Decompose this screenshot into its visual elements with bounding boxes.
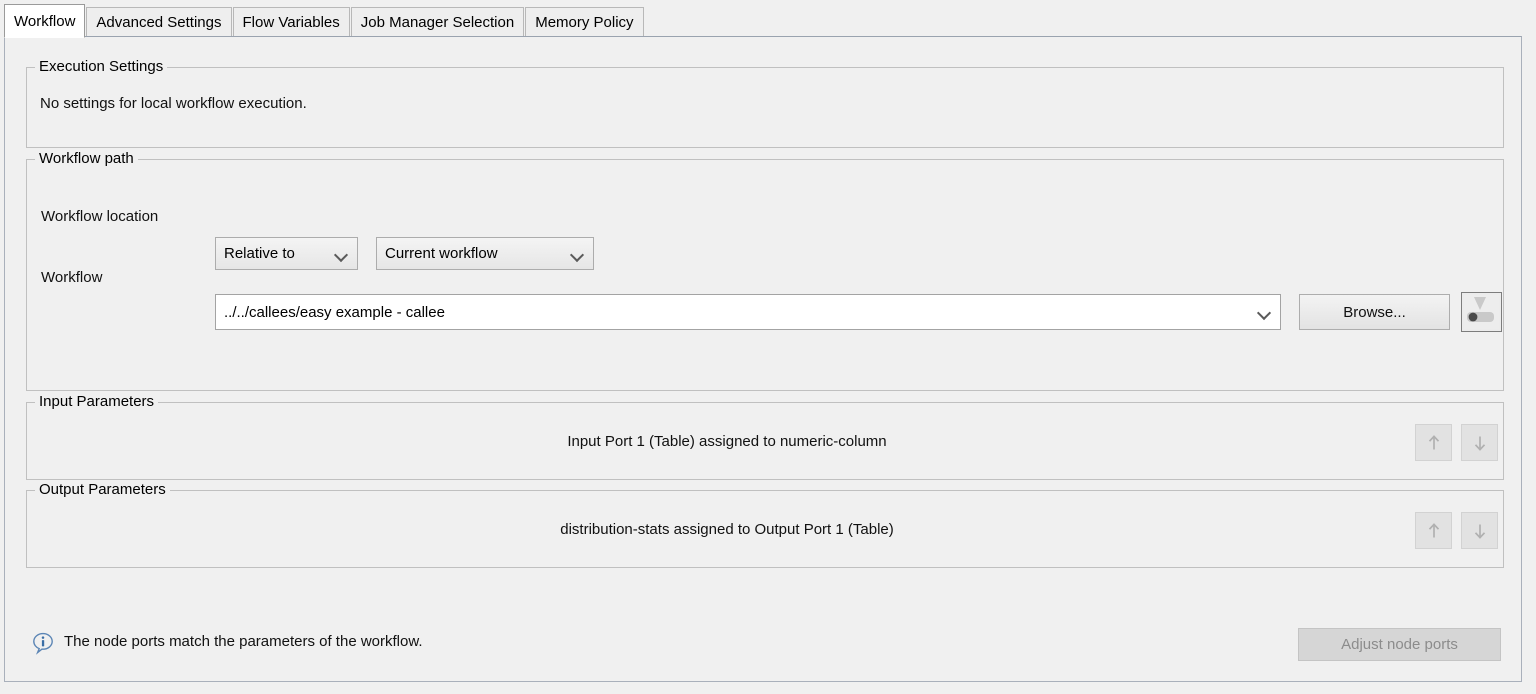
chevron-down-icon [333, 246, 349, 262]
tab-memory-policy[interactable]: Memory Policy [525, 7, 644, 37]
browse-button[interactable]: Browse... [1299, 294, 1450, 330]
execution-settings-group: Execution Settings No settings for local… [26, 58, 1504, 148]
input-parameters-legend: Input Parameters [35, 393, 159, 411]
output-parameters-legend: Output Parameters [35, 481, 170, 499]
output-parameter-row[interactable]: distribution-stats assigned to Output Po… [27, 521, 1427, 538]
adjust-node-ports-button[interactable]: Adjust node ports [1298, 628, 1501, 661]
workflow-tab-panel: Execution Settings No settings for local… [4, 36, 1522, 682]
workflow-path-legend: Workflow path [35, 150, 138, 168]
output-move-down-button[interactable] [1461, 512, 1498, 549]
workflow-location-mode-value: Relative to [224, 245, 295, 262]
workflow-location-target-select[interactable]: Current workflow [376, 237, 594, 270]
info-icon [31, 631, 55, 655]
arrow-up-icon [1428, 522, 1439, 537]
arrow-up-icon [1428, 434, 1439, 449]
workflow-location-mode-select[interactable]: Relative to [215, 237, 358, 270]
output-move-up-button[interactable] [1415, 512, 1452, 549]
arrow-down-icon [1474, 436, 1485, 451]
workflow-path-value: ../../callees/easy example - callee [224, 303, 445, 321]
workflow-location-label: Workflow location [41, 208, 159, 225]
status-message: The node ports match the parameters of t… [64, 633, 423, 650]
chevron-down-icon[interactable] [1256, 304, 1272, 320]
execution-settings-legend: Execution Settings [35, 58, 168, 76]
input-move-up-button[interactable] [1415, 424, 1452, 461]
execution-settings-text: No settings for local workflow execution… [40, 95, 307, 112]
workflow-location-target-value: Current workflow [385, 245, 498, 262]
workflow-path-combobox[interactable]: ../../callees/easy example - callee [215, 294, 1281, 330]
tab-list: Workflow Advanced Settings Flow Variable… [0, 0, 1536, 38]
workflow-field-label: Workflow [41, 269, 103, 286]
tab-flow-variables[interactable]: Flow Variables [232, 7, 350, 37]
tab-workflow[interactable]: Workflow [4, 4, 86, 38]
chevron-down-icon [569, 246, 585, 262]
input-parameters-group: Input Parameters Input Port 1 (Table) as… [26, 393, 1504, 480]
flow-variable-button[interactable] [1461, 292, 1502, 332]
input-move-down-button[interactable] [1461, 424, 1498, 461]
output-parameters-group: Output Parameters distribution-stats ass… [26, 481, 1504, 568]
status-bar: The node ports match the parameters of t… [26, 622, 1504, 666]
workflow-path-group: Workflow path Workflow location Relative… [26, 150, 1504, 391]
tab-strip: Workflow Advanced Settings Flow Variable… [0, 0, 1536, 38]
arrow-down-icon [1474, 524, 1485, 539]
flow-variable-icon [1464, 295, 1499, 329]
tab-advanced-settings[interactable]: Advanced Settings [86, 7, 232, 37]
input-parameter-row[interactable]: Input Port 1 (Table) assigned to numeric… [27, 433, 1427, 450]
tab-job-manager-selection[interactable]: Job Manager Selection [350, 7, 525, 37]
